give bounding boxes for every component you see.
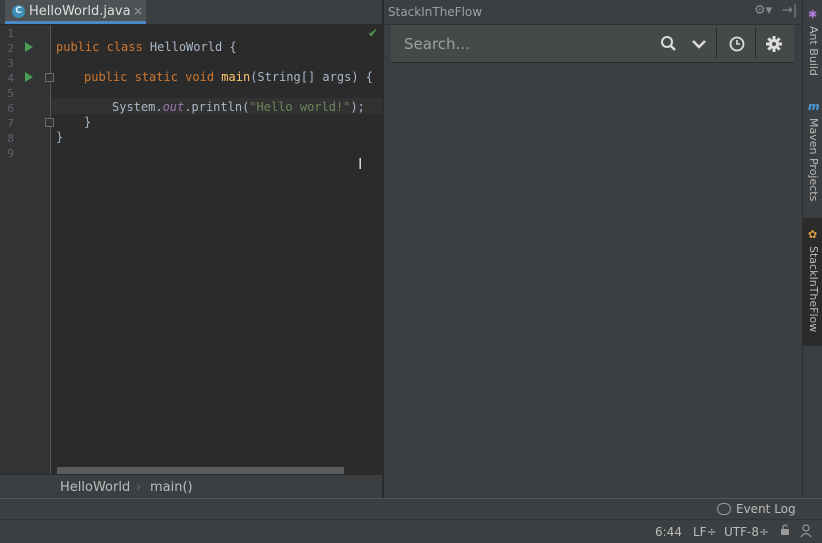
breadcrumb-method[interactable]: main() xyxy=(150,480,193,495)
gear-icon[interactable]: ⚙▾ xyxy=(754,3,772,18)
encoding-selector[interactable]: UTF-8÷ xyxy=(724,525,769,539)
code-line: } xyxy=(56,130,64,144)
keyword: public class xyxy=(56,40,150,54)
line-number: 1 xyxy=(7,27,14,40)
gutter[interactable]: 1 2 3 4 5 6 7 8 9 xyxy=(0,25,54,474)
tab-label: HelloWorld.java xyxy=(29,4,131,19)
text-cursor-icon: I xyxy=(358,155,363,173)
search-icon[interactable] xyxy=(654,25,684,62)
stackintheflow-icon: ✿ xyxy=(808,228,818,241)
bottom-tool-bar: Event Log xyxy=(0,499,822,519)
code-text: System. xyxy=(112,100,163,114)
tool-window-title: StackInTheFlow xyxy=(388,5,483,19)
code-area[interactable]: public class HelloWorld { public static … xyxy=(51,25,382,474)
keyword: public static void xyxy=(84,70,222,84)
method-name: main xyxy=(221,70,251,84)
line-number: 8 xyxy=(7,132,14,145)
editor-tab-helloworld[interactable]: C HelloWorld.java × xyxy=(5,0,146,24)
code-line: System.out.println("Hello world!"); xyxy=(112,100,365,114)
lock-icon[interactable] xyxy=(780,524,790,539)
line-separator-selector[interactable]: LF÷ xyxy=(693,525,717,539)
code-text: { xyxy=(222,40,237,54)
run-main-icon[interactable] xyxy=(25,72,33,82)
tool-tab-label: Ant Build xyxy=(807,26,820,76)
tool-tab-ant-build[interactable]: ✱ Ant Build xyxy=(803,4,822,84)
breadcrumb-class[interactable]: HelloWorld xyxy=(60,480,130,495)
code-text: .println( xyxy=(184,100,250,114)
code-text: (String[] args) { xyxy=(250,70,374,84)
ant-icon: ✱ xyxy=(808,8,818,21)
event-log-button[interactable]: Event Log xyxy=(736,502,796,516)
tool-tab-label: Maven Projects xyxy=(807,118,820,202)
class-name: HelloWorld xyxy=(149,40,223,54)
status-bar: 6:44 LF÷ UTF-8÷ xyxy=(0,519,822,543)
stackintheflow-tool-window: StackInTheFlow ⚙▾ →| xyxy=(384,0,802,498)
hide-icon[interactable]: →| xyxy=(782,3,797,18)
results-panel xyxy=(384,63,802,498)
separator xyxy=(755,28,756,59)
code-text: ); xyxy=(350,100,365,114)
event-log-icon[interactable] xyxy=(717,503,731,515)
close-icon[interactable]: × xyxy=(133,4,143,18)
horizontal-scrollbar[interactable] xyxy=(57,467,344,474)
right-tool-strip: ✱ Ant Build m Maven Projects ✿ StackInTh… xyxy=(802,0,822,498)
tool-window-header: StackInTheFlow ⚙▾ →| xyxy=(384,0,802,25)
code-line: } xyxy=(84,115,92,129)
breadcrumb-separator: › xyxy=(136,480,142,495)
tool-tab-maven-projects[interactable]: m Maven Projects xyxy=(803,98,822,210)
line-number: 4 xyxy=(7,72,14,85)
separator xyxy=(716,28,717,59)
tool-tab-stackintheflow[interactable]: ✿ StackInTheFlow xyxy=(803,218,822,346)
search-input[interactable] xyxy=(391,25,657,62)
inspector-icon[interactable] xyxy=(800,524,812,541)
search-bar xyxy=(391,25,794,63)
tab-active-indicator xyxy=(5,21,146,24)
chevron-down-icon[interactable] xyxy=(684,25,714,62)
code-line: public static void main(String[] args) { xyxy=(84,70,373,84)
line-number: 6 xyxy=(7,102,14,115)
tool-tab-label: StackInTheFlow xyxy=(807,246,820,333)
breadcrumb: HelloWorld › main() xyxy=(0,474,382,499)
line-number: 3 xyxy=(7,57,14,70)
run-class-icon[interactable] xyxy=(25,42,33,52)
string-literal: "Hello world!" xyxy=(249,100,351,114)
caret-position[interactable]: 6:44 xyxy=(655,525,682,539)
editor-pane: C HelloWorld.java × 1 2 3 4 5 6 7 8 9 ✔ … xyxy=(0,0,382,499)
static-field: out xyxy=(162,100,185,114)
line-number: 2 xyxy=(7,42,14,55)
c-class-icon: C xyxy=(12,5,25,18)
line-number: 7 xyxy=(7,117,14,130)
line-number: 5 xyxy=(7,87,14,100)
settings-gear-icon[interactable] xyxy=(759,25,789,62)
code-line: public class HelloWorld { xyxy=(56,40,237,54)
line-number: 9 xyxy=(7,147,14,160)
editor-tab-bar: C HelloWorld.java × xyxy=(0,0,382,25)
maven-icon: m xyxy=(808,100,820,113)
history-icon[interactable] xyxy=(722,25,752,62)
